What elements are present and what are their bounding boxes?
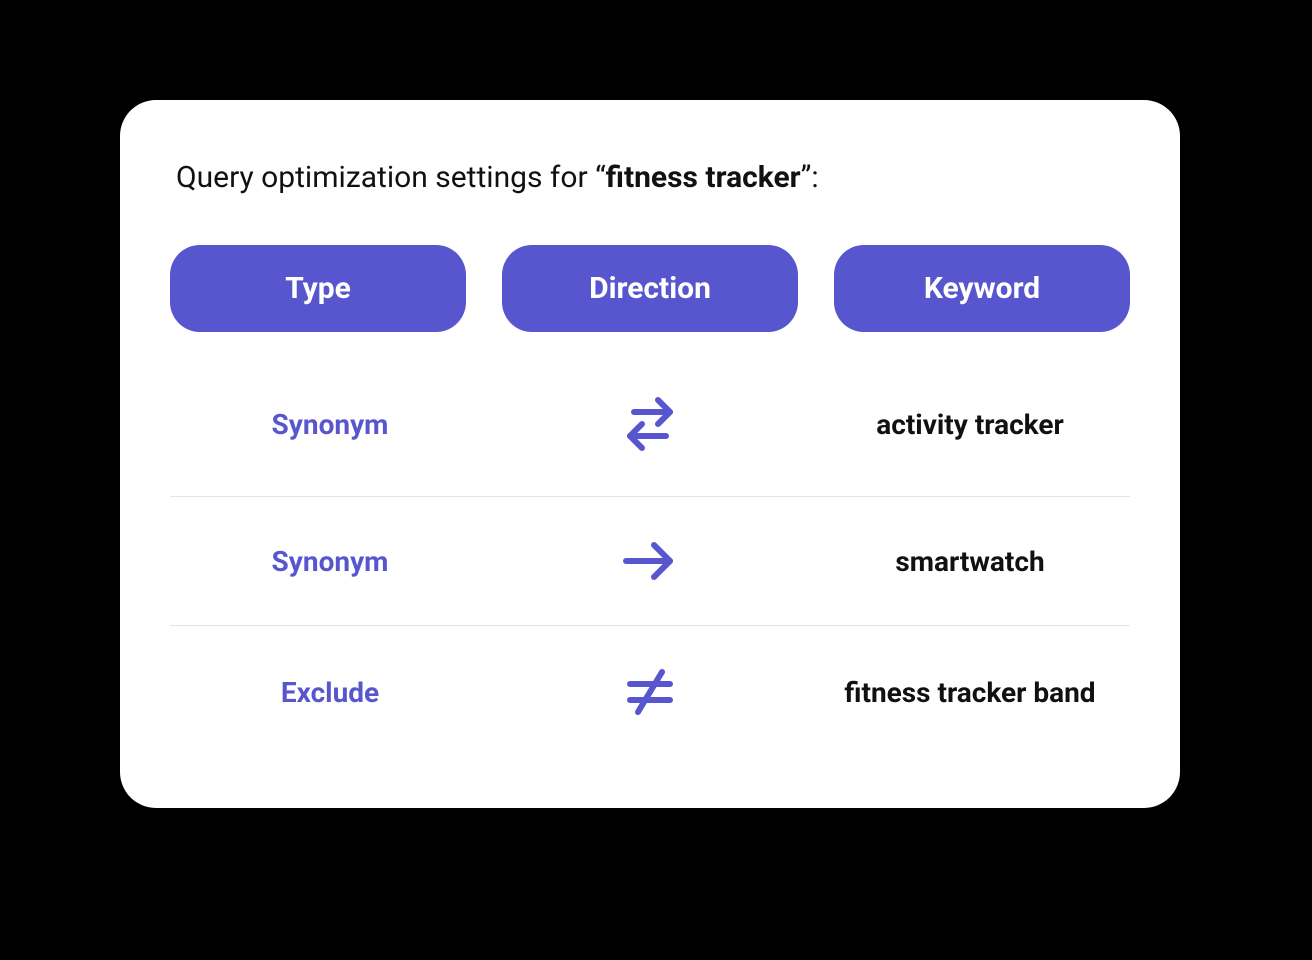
row-direction — [490, 535, 810, 587]
row-keyword: smartwatch — [810, 545, 1130, 578]
row-direction — [490, 390, 810, 458]
title-quote-close: ” — [801, 160, 812, 195]
table-row: Synonym activity tracker — [170, 352, 1130, 497]
arrow-right-icon — [616, 535, 684, 587]
row-keyword: fitness tracker band — [810, 676, 1130, 709]
not-equal-icon — [620, 664, 680, 720]
table-header-row: Type Direction Keyword — [170, 245, 1130, 332]
row-direction — [490, 664, 810, 720]
row-keyword: activity tracker — [810, 408, 1130, 441]
row-type: Synonym — [170, 545, 490, 578]
settings-card: Query optimization settings for “fitness… — [120, 100, 1180, 808]
header-keyword: Keyword — [834, 245, 1130, 332]
header-type: Type — [170, 245, 466, 332]
title-quote-open: “ — [595, 160, 606, 195]
card-title: Query optimization settings for “fitness… — [176, 160, 1130, 195]
title-suffix: : — [811, 160, 818, 195]
row-type: Exclude — [170, 676, 490, 709]
bidirectional-arrows-icon — [616, 390, 684, 458]
header-direction: Direction — [502, 245, 798, 332]
table-row: Synonym smartwatch — [170, 497, 1130, 626]
title-term: fitness tracker — [606, 160, 801, 195]
table-row: Exclude fitness tracker band — [170, 626, 1130, 758]
row-type: Synonym — [170, 408, 490, 441]
title-prefix: Query optimization settings for — [176, 160, 595, 195]
